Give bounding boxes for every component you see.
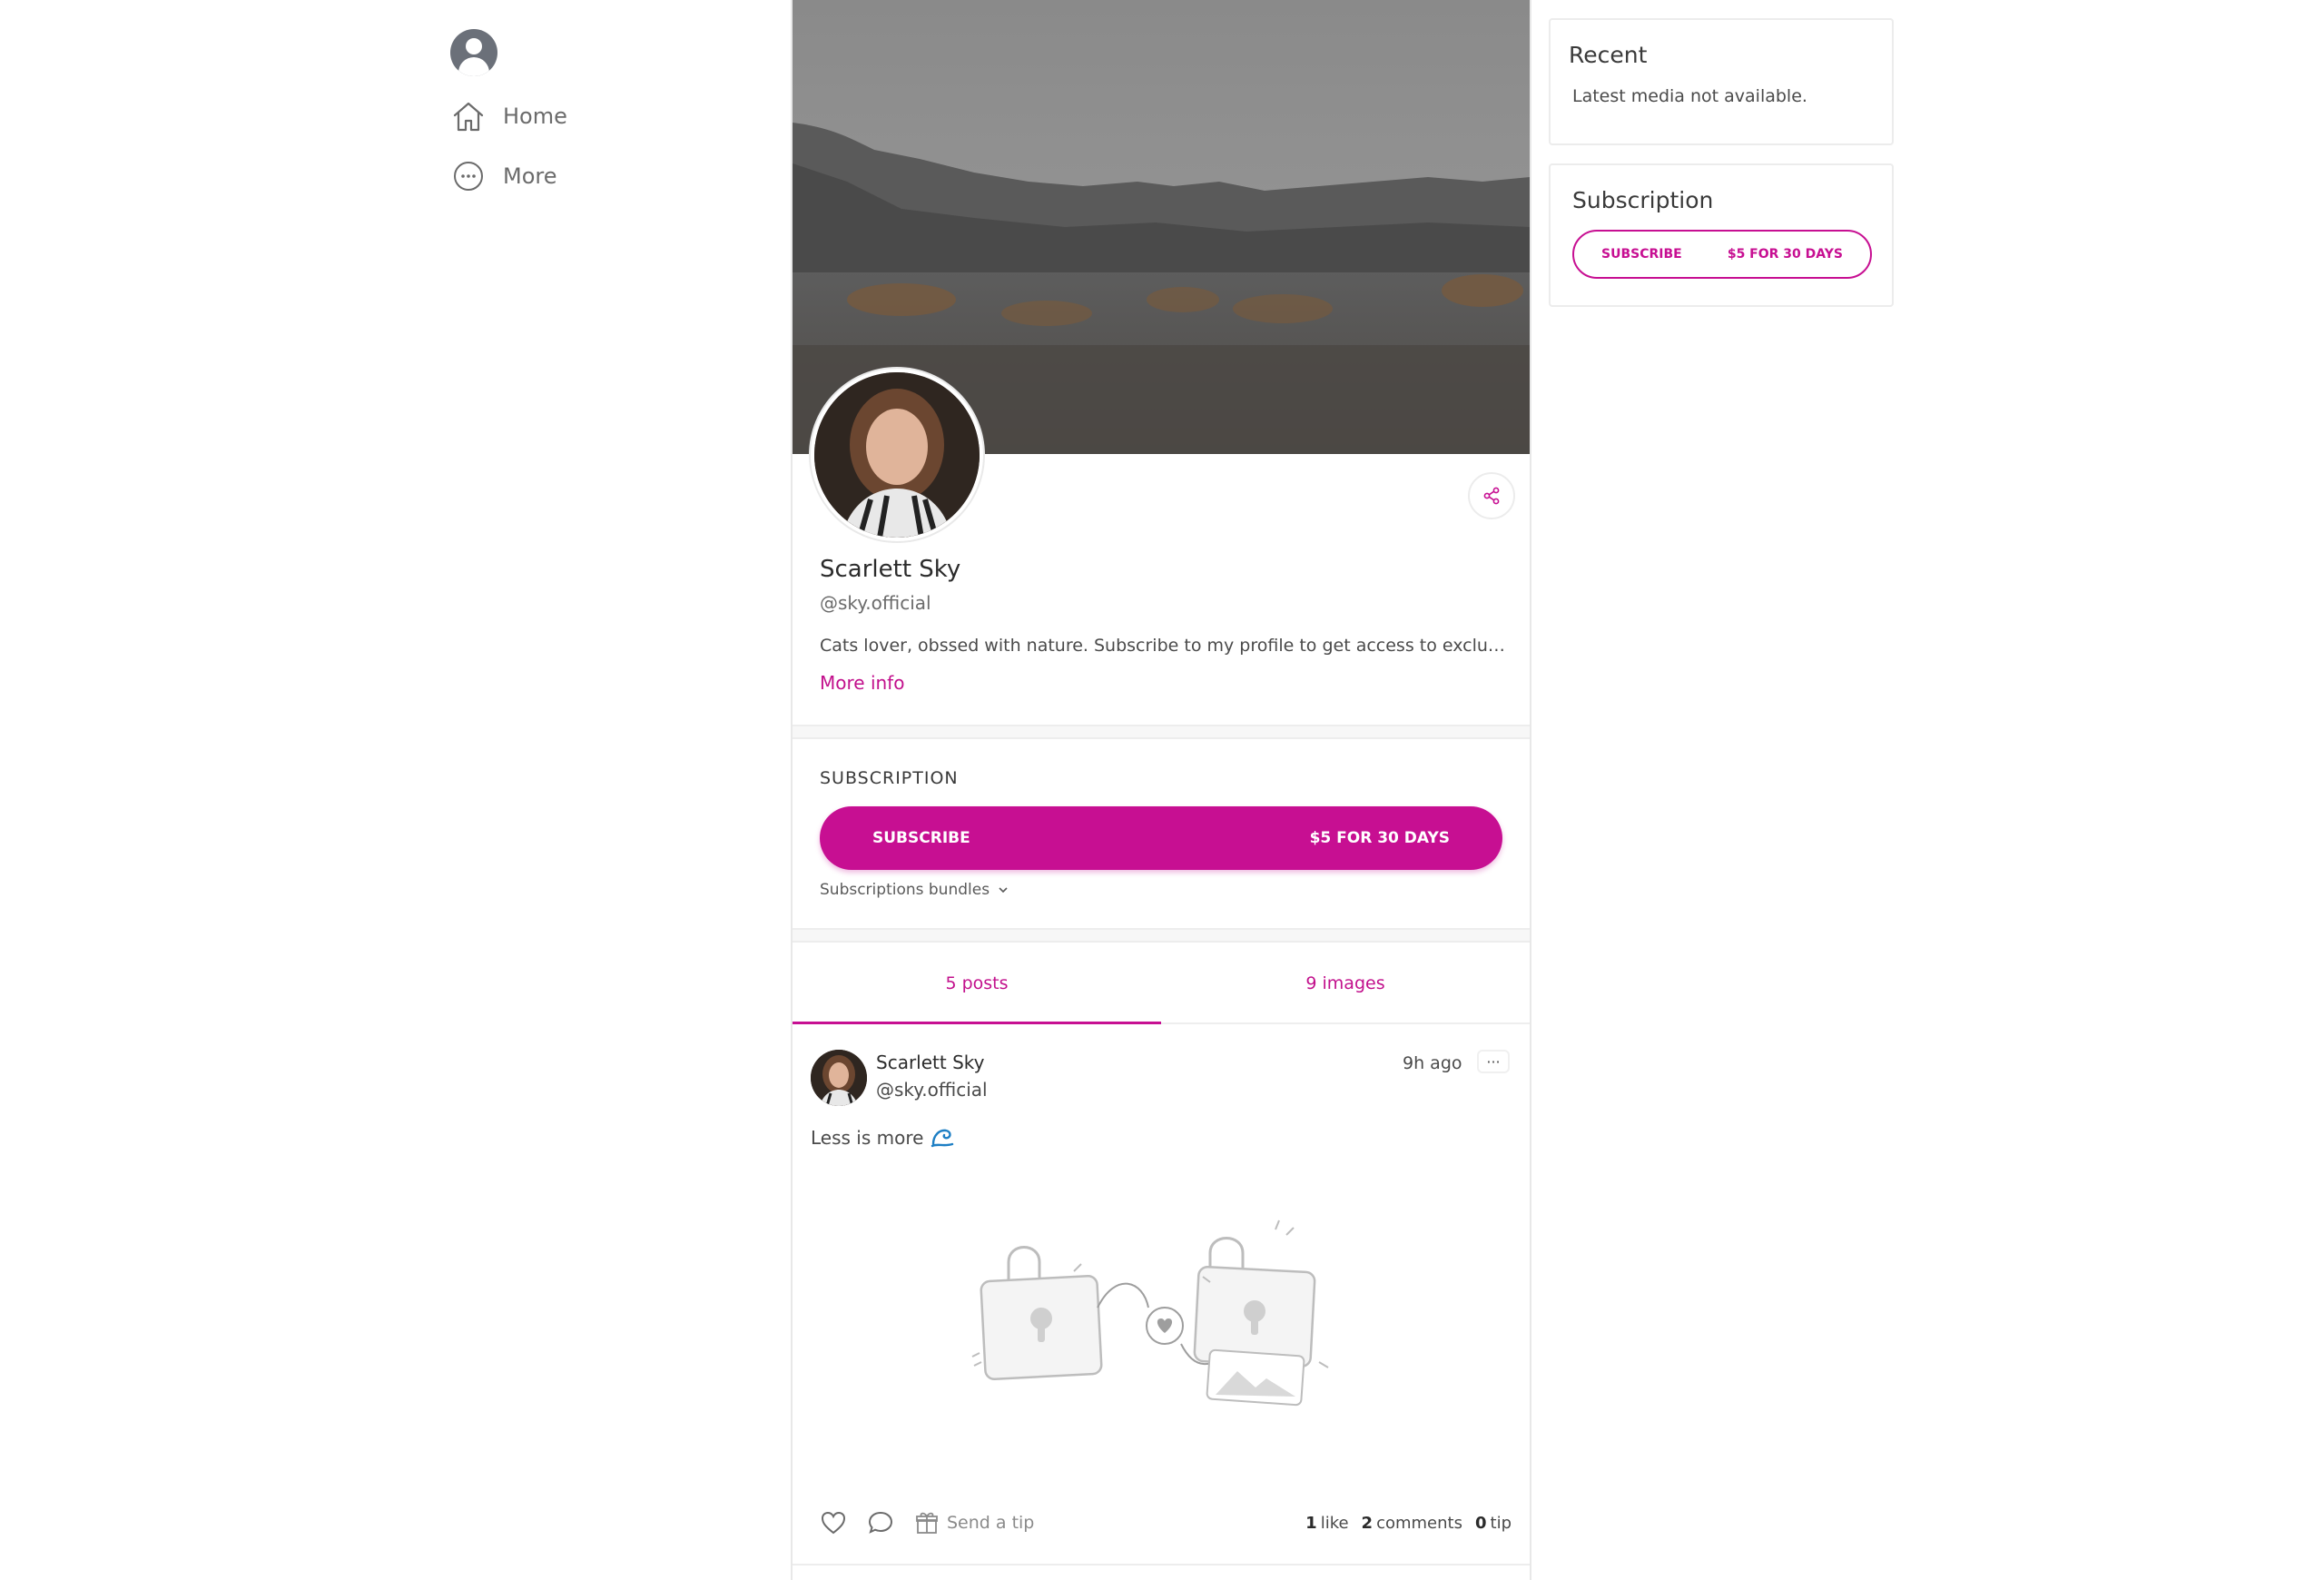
- profile-name: Scarlett Sky: [820, 556, 961, 583]
- subscription-card-title: Subscription: [1572, 187, 1714, 213]
- share-icon: [1483, 487, 1500, 505]
- section-divider: [793, 725, 1530, 739]
- send-tip-button[interactable]: Send a tip: [914, 1510, 1034, 1536]
- post-author-avatar[interactable]: [811, 1050, 867, 1106]
- post-options-button[interactable]: ···: [1477, 1050, 1510, 1073]
- post-timestamp: 9h ago: [1403, 1053, 1462, 1073]
- more-info-link[interactable]: More info: [820, 672, 904, 694]
- post-author-handle[interactable]: @sky.official: [876, 1079, 988, 1101]
- recent-empty-message: Latest media not available.: [1572, 86, 1807, 106]
- section-divider: [793, 928, 1530, 943]
- likes-count: 1: [1305, 1514, 1317, 1533]
- comment-icon[interactable]: [867, 1509, 894, 1536]
- tips-stat[interactable]: 0 tip: [1475, 1514, 1512, 1533]
- profile-handle: @sky.official: [820, 592, 931, 614]
- send-tip-label: Send a tip: [947, 1513, 1035, 1533]
- likes-stat[interactable]: 1 like: [1305, 1514, 1348, 1533]
- nav-item-home[interactable]: Home: [450, 94, 759, 138]
- subscribe-button[interactable]: SUBSCRIBE $5 FOR 30 DAYS: [820, 806, 1502, 870]
- comments-count: 2: [1361, 1514, 1374, 1533]
- tips-count: 0: [1474, 1514, 1487, 1533]
- sidebar-subscribe-label: SUBSCRIBE: [1601, 247, 1682, 262]
- profile-bio: Cats lover, obssed with nature. Subscrib…: [820, 636, 1510, 656]
- left-navigation: Home More: [450, 29, 759, 198]
- profile-main-column: Scarlett Sky @sky.official Cats lover, o…: [791, 0, 1531, 1580]
- gift-icon: [916, 1512, 938, 1534]
- nav-item-more[interactable]: More: [450, 154, 759, 198]
- subscription-bundles-label: Subscriptions bundles: [820, 881, 990, 899]
- locked-content-illustration: [971, 1220, 1329, 1407]
- sidebar-subscribe-button[interactable]: SUBSCRIBE $5 FOR 30 DAYS: [1572, 230, 1872, 279]
- post-text: Less is more: [811, 1126, 954, 1150]
- more-circle-icon: [454, 162, 483, 191]
- sidebar-price-label: $5 FOR 30 DAYS: [1727, 247, 1843, 262]
- likes-label: like: [1320, 1514, 1349, 1533]
- chevron-down-icon: [999, 887, 1008, 894]
- post-author-name[interactable]: Scarlett Sky: [876, 1052, 984, 1073]
- wave-emoji-icon: [931, 1129, 954, 1148]
- comments-stat[interactable]: 2 comments: [1362, 1514, 1462, 1533]
- post-actions: Send a tip: [820, 1509, 1034, 1536]
- page: Home More Scarlett Sky @sky.official Cat…: [0, 0, 2324, 1580]
- subscription-card: Subscription SUBSCRIBE $5 FOR 30 DAYS: [1549, 163, 1894, 307]
- nav-item-home-label: Home: [503, 104, 567, 129]
- like-heart-icon[interactable]: [820, 1509, 847, 1536]
- nav-item-more-label: More: [503, 163, 557, 189]
- tab-posts[interactable]: 5 posts: [793, 944, 1161, 1024]
- recent-title: Recent: [1569, 42, 1648, 68]
- post-divider: [793, 1564, 1530, 1565]
- subscribe-button-label: SUBSCRIBE: [872, 829, 970, 847]
- tab-images[interactable]: 9 images: [1161, 944, 1530, 1022]
- subscription-bundles-toggle[interactable]: Subscriptions bundles: [820, 881, 1009, 899]
- subscribe-price-label: $5 FOR 30 DAYS: [1309, 829, 1450, 847]
- share-button[interactable]: [1468, 472, 1515, 519]
- user-avatar-icon[interactable]: [450, 29, 497, 76]
- comments-label: comments: [1376, 1514, 1462, 1533]
- post-stats: 1 like 2 comments 0 tip: [1301, 1514, 1512, 1533]
- home-icon: [453, 102, 484, 132]
- tips-label: tip: [1490, 1514, 1512, 1533]
- profile-tabs: 5 posts 9 images: [793, 944, 1530, 1024]
- post-text-content: Less is more: [811, 1127, 924, 1149]
- profile-photo[interactable]: [811, 369, 983, 541]
- recent-media-card: Recent Latest media not available.: [1549, 18, 1894, 145]
- subscription-heading: SUBSCRIPTION: [820, 768, 959, 788]
